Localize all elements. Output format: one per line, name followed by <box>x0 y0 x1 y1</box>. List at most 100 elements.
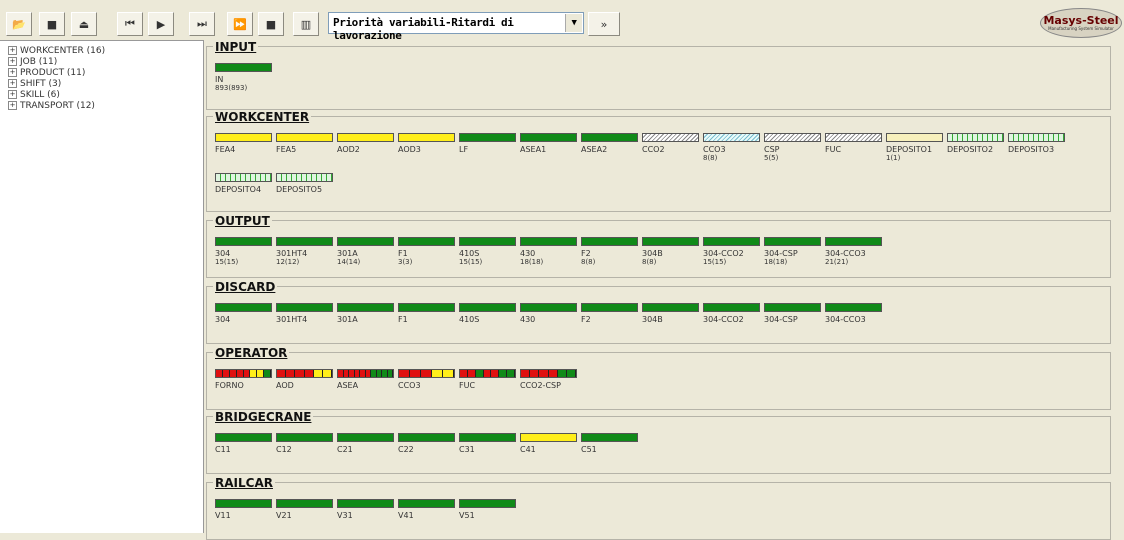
railcar-item[interactable]: V21 <box>276 499 333 520</box>
fast-forward-icon[interactable]: ⏩ <box>227 12 253 36</box>
workcenter-item[interactable]: DEPOSITO4 <box>215 173 272 194</box>
workcenter-item[interactable]: DEPOSITO5 <box>276 173 333 194</box>
more-button[interactable]: » <box>588 12 620 36</box>
discard-item[interactable]: 304-CSP <box>764 303 821 324</box>
item-label: 430 <box>520 249 536 258</box>
tree-node-label: JOB (11) <box>20 56 58 67</box>
workcenter-item[interactable]: ASEA1 <box>520 133 577 154</box>
discard-item[interactable]: 410S <box>459 303 516 324</box>
output-item[interactable]: 430 18(18) <box>520 237 577 267</box>
workcenter-item[interactable]: DEPOSITO1 1(1) <box>886 133 943 163</box>
expand-icon[interactable]: + <box>8 90 17 99</box>
discard-item[interactable]: 304-CCO2 <box>703 303 760 324</box>
open-folder-icon[interactable]: 📂 <box>6 12 32 36</box>
workcenter-item[interactable]: CCO3 8(8) <box>703 133 760 163</box>
discard-item[interactable]: F1 <box>398 303 455 324</box>
discard-item[interactable]: 430 <box>520 303 577 324</box>
workcenter-item[interactable]: DEPOSITO3 <box>1008 133 1065 154</box>
play-icon[interactable]: ▶ <box>148 12 174 36</box>
workcenter-item[interactable]: LF <box>459 133 516 154</box>
operator-item[interactable]: ASEA <box>337 369 394 390</box>
status-segment <box>222 370 230 377</box>
tree-node[interactable]: + PRODUCT (11) <box>0 67 203 78</box>
operator-item[interactable]: FORNO <box>215 369 272 390</box>
status-segment <box>410 370 421 377</box>
workcenter-item[interactable]: AOD3 <box>398 133 455 154</box>
status-segment <box>277 370 287 377</box>
workcenter-item[interactable]: CSP 5(5) <box>764 133 821 163</box>
status-segment <box>243 370 251 377</box>
chevron-down-icon[interactable]: ▼ <box>565 14 582 32</box>
discard-item[interactable]: 301A <box>337 303 394 324</box>
output-item[interactable]: 301A 14(14) <box>337 237 394 267</box>
railcar-item[interactable]: V11 <box>215 499 272 520</box>
step-icon[interactable]: ⏭ <box>189 12 215 36</box>
tree-node[interactable]: + JOB (11) <box>0 56 203 67</box>
expand-icon[interactable]: + <box>8 46 17 55</box>
workcenter-item[interactable]: DEPOSITO2 <box>947 133 1004 154</box>
tree-node[interactable]: + TRANSPORT (12) <box>0 100 203 111</box>
status-bar <box>581 433 638 442</box>
output-item[interactable]: 304 15(15) <box>215 237 272 267</box>
item-label: DEPOSITO4 <box>215 185 262 194</box>
item-label: F2 <box>581 249 591 258</box>
expand-icon[interactable]: + <box>8 101 17 110</box>
railcar-item[interactable]: V41 <box>398 499 455 520</box>
bridgecrane-item[interactable]: C31 <box>459 433 516 454</box>
status-segment <box>499 370 508 377</box>
output-item[interactable]: 410S 15(15) <box>459 237 516 267</box>
operator-item[interactable]: AOD <box>276 369 333 390</box>
item-label: LF <box>459 145 469 154</box>
expand-icon[interactable]: + <box>8 68 17 77</box>
tree-node[interactable]: + SHIFT (3) <box>0 78 203 89</box>
output-item[interactable]: 304-CCO2 15(15) <box>703 237 760 267</box>
tree-view[interactable]: + WORKCENTER (16) + JOB (11) + PRODUCT (11) + S… <box>0 40 204 533</box>
stop-icon[interactable]: ■ <box>258 12 284 36</box>
workcenter-item[interactable]: AOD2 <box>337 133 394 154</box>
output-item[interactable]: F1 3(3) <box>398 237 455 267</box>
discard-item[interactable]: 301HT4 <box>276 303 333 324</box>
status-bar <box>764 303 821 312</box>
operator-item[interactable]: CCO3 <box>398 369 455 390</box>
bridgecrane-item[interactable]: C22 <box>398 433 455 454</box>
expand-icon[interactable]: + <box>8 79 17 88</box>
chart-icon[interactable]: ▥ <box>293 12 319 36</box>
status-bar <box>703 303 760 312</box>
workcenter-item[interactable]: FUC <box>825 133 882 154</box>
railcar-item[interactable]: V31 <box>337 499 394 520</box>
bridgecrane-item[interactable]: C51 <box>581 433 638 454</box>
workcenter-item[interactable]: ASEA2 <box>581 133 638 154</box>
item-label: IN <box>215 75 224 84</box>
workcenter-item[interactable]: CCO2 <box>642 133 699 154</box>
discard-item[interactable]: 304-CCO3 <box>825 303 882 324</box>
status-bar <box>581 133 638 142</box>
discard-item[interactable]: 304 <box>215 303 272 324</box>
bridgecrane-item[interactable]: C11 <box>215 433 272 454</box>
expand-icon[interactable]: + <box>8 57 17 66</box>
output-item[interactable]: 304-CCO3 21(21) <box>825 237 882 267</box>
tree-node[interactable]: + WORKCENTER (16) <box>0 45 203 56</box>
output-item[interactable]: 304-CSP 18(18) <box>764 237 821 267</box>
discard-item[interactable]: 304B <box>642 303 699 324</box>
eject-icon[interactable]: ⏏ <box>71 12 97 36</box>
workcenter-item[interactable]: FEA4 <box>215 133 272 154</box>
scenario-select[interactable]: Priorità variabili-Ritardi di lavorazion… <box>328 12 584 42</box>
item-label: V31 <box>337 511 353 520</box>
output-item[interactable]: 301HT4 12(12) <box>276 237 333 267</box>
rewind-start-icon[interactable]: ⏮ <box>117 12 143 36</box>
item-label: C31 <box>459 445 475 454</box>
workcenter-item[interactable]: FEA5 <box>276 133 333 154</box>
item-label: C22 <box>398 445 414 454</box>
operator-item[interactable]: FUC <box>459 369 516 390</box>
input-item[interactable]: IN 893(893) <box>215 63 272 93</box>
bridgecrane-item[interactable]: C21 <box>337 433 394 454</box>
output-item[interactable]: 304B 8(8) <box>642 237 699 267</box>
discard-item[interactable]: F2 <box>581 303 638 324</box>
bridgecrane-item[interactable]: C12 <box>276 433 333 454</box>
tree-node[interactable]: + SKILL (6) <box>0 89 203 100</box>
railcar-item[interactable]: V51 <box>459 499 516 520</box>
bridgecrane-item[interactable]: C41 <box>520 433 577 454</box>
save-icon[interactable]: ■ <box>39 12 65 36</box>
operator-item[interactable]: CCO2-CSP <box>520 369 577 390</box>
output-item[interactable]: F2 8(8) <box>581 237 638 267</box>
